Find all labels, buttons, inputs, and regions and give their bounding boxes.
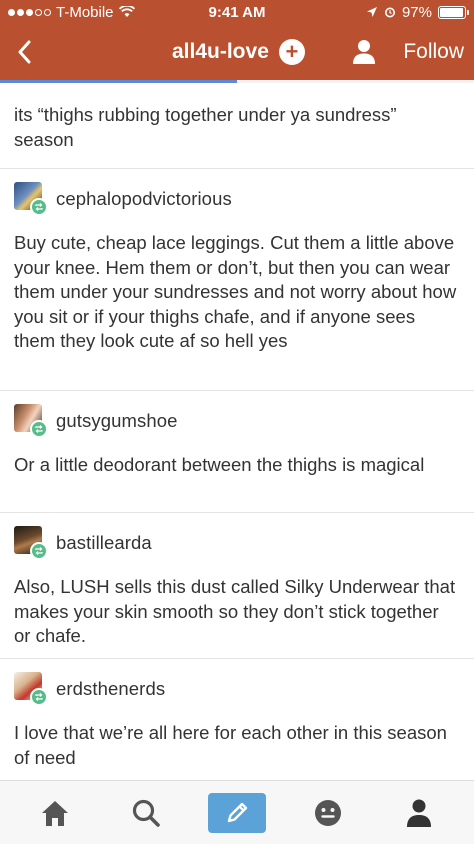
carrier-label: T-Mobile — [56, 3, 114, 21]
signal-strength-icon — [8, 8, 51, 16]
avatar[interactable] — [14, 526, 48, 560]
compose-button[interactable] — [207, 792, 266, 833]
post-text: Buy cute, cheap lace leggings. Cut them … — [14, 232, 457, 351]
home-icon — [42, 800, 69, 826]
user-icon[interactable] — [350, 38, 378, 66]
wifi-icon — [118, 6, 135, 17]
post-text: I love that we’re all here for each othe… — [14, 722, 447, 768]
post-item: bastillearda Also, LUSH sells this dust … — [0, 513, 474, 659]
compose-icon — [227, 802, 248, 822]
alarm-icon — [384, 7, 395, 18]
reblog-icon — [30, 542, 48, 560]
battery-percent: 97% — [401, 3, 432, 21]
post-username[interactable]: cephalopodvictorious — [56, 188, 232, 210]
activity-icon — [314, 799, 341, 826]
avatar[interactable] — [14, 182, 48, 216]
post-username[interactable]: erdsthenerds — [56, 678, 165, 700]
post-text: Also, LUSH sells this dust called Silky … — [14, 576, 456, 646]
tab-compose[interactable] — [207, 788, 267, 838]
blog-header: all4u-love + Follow — [0, 24, 474, 80]
follow-button[interactable]: Follow — [403, 24, 464, 80]
reblog-icon — [30, 688, 48, 706]
back-button[interactable] — [0, 24, 48, 80]
tab-account[interactable] — [389, 788, 449, 838]
post-username[interactable]: bastillearda — [56, 532, 152, 554]
location-arrow-icon — [366, 7, 377, 17]
battery-icon — [438, 5, 469, 19]
post-text: its “thighs rubbing together under ya su… — [14, 104, 397, 150]
bottom-tab-bar — [0, 780, 474, 844]
tab-search[interactable] — [116, 788, 176, 838]
tab-activity[interactable] — [298, 788, 358, 838]
blog-title[interactable]: all4u-love — [172, 40, 269, 64]
post-item: its “thighs rubbing together under ya su… — [0, 83, 474, 169]
post-text: Or a little deodorant between the thighs… — [14, 454, 425, 475]
reblog-icon — [30, 198, 48, 216]
avatar[interactable] — [14, 404, 48, 438]
status-bar: T-Mobile 9:41 AM 97% — [0, 0, 474, 24]
add-button[interactable]: + — [278, 39, 305, 65]
reblog-icon — [30, 420, 48, 438]
account-icon — [406, 799, 431, 827]
post-item: gutsygumshoe Or a little deodorant betwe… — [0, 391, 474, 513]
post-item: cephalopodvictorious Buy cute, cheap lac… — [0, 169, 474, 391]
post-username[interactable]: gutsygumshoe — [56, 410, 178, 432]
avatar[interactable] — [14, 672, 48, 706]
plus-icon: + — [285, 39, 299, 64]
search-icon — [133, 799, 160, 827]
chevron-left-icon — [18, 40, 31, 64]
post-item: erdsthenerds I love that we’re all here … — [0, 659, 474, 780]
tab-home[interactable] — [25, 788, 85, 838]
